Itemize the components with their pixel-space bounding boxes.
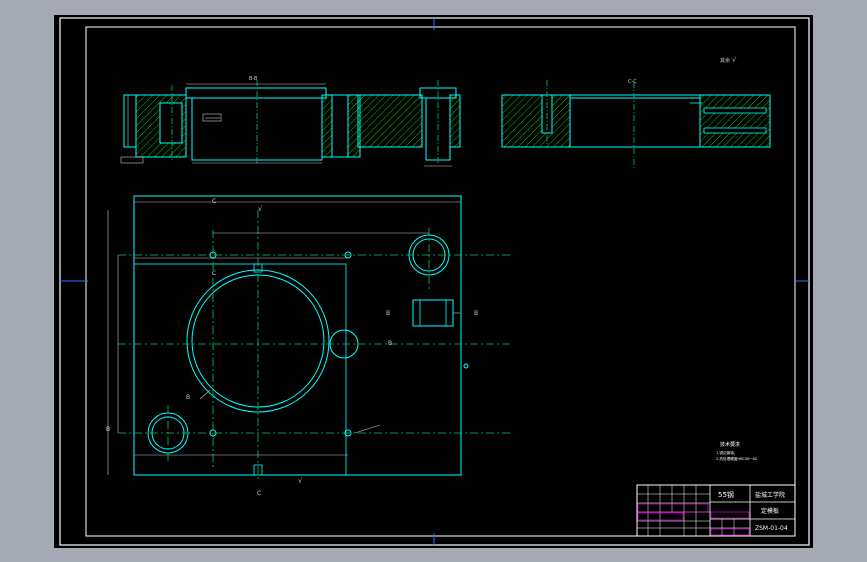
- roughness-top: √: [258, 205, 263, 213]
- marker-b-right: B: [474, 310, 478, 317]
- school-label: 盐城工学院: [755, 491, 785, 499]
- tech-req-line1: 1.锐边倒钝。: [716, 450, 737, 455]
- part-name-label: 定模板: [761, 507, 779, 515]
- roughness-note: 其余: [720, 57, 730, 64]
- roughness-symbol: √: [732, 56, 737, 64]
- marker-b-mid: B: [388, 340, 392, 347]
- marker-c-inner: C: [212, 270, 216, 277]
- marker-b-left: B: [386, 310, 390, 317]
- marker-b-lower: B: [106, 426, 110, 433]
- cad-viewport: B-B C-C 其余 √ C C C B B B B B √ √ 技术要求 1.…: [0, 0, 867, 562]
- section-label-bb: B-B: [249, 76, 258, 82]
- tech-req-title: 技术要求: [720, 441, 740, 448]
- marker-b-bore: B: [186, 394, 190, 401]
- roughness-bottom: √: [298, 477, 303, 485]
- marker-c-top: C: [212, 198, 216, 205]
- marker-c-bottom: C: [257, 490, 261, 497]
- drawing-canvas: B-B C-C 其余 √ C C C B B B B B √ √ 技术要求 1.…: [54, 15, 813, 548]
- tech-req-line2: 2.热处理硬度HRC58~62: [716, 456, 757, 461]
- section-label-cc: C-C: [628, 79, 637, 85]
- drawing-number-label: ZSM-01-04: [755, 525, 788, 532]
- material-label: 55钢: [718, 490, 734, 499]
